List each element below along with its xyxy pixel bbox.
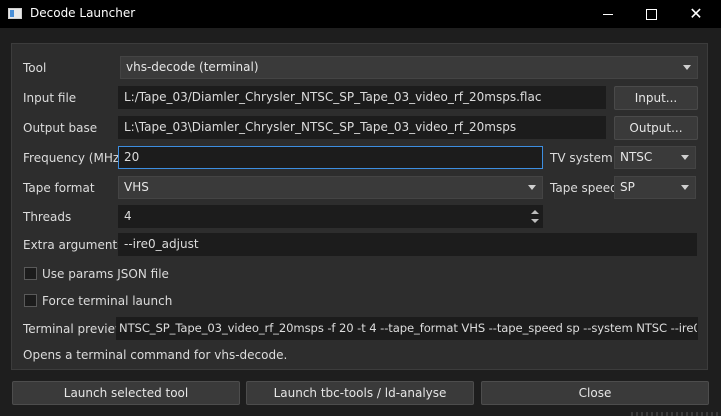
- tool-label: Tool: [23, 61, 47, 75]
- terminal-preview-label: Terminal preview: [23, 322, 125, 336]
- force-terminal-checkbox[interactable]: [24, 294, 37, 307]
- input-file-field[interactable]: L:/Tape_03/Diamler_Chrysler_NTSC_SP_Tape…: [118, 86, 606, 109]
- threads-value: 4: [124, 209, 132, 223]
- terminal-preview-field: NTSC_SP_Tape_03_video_rf_20msps -f 20 -t…: [116, 317, 698, 340]
- terminal-preview-text: NTSC_SP_Tape_03_video_rf_20msps -f 20 -t…: [119, 321, 698, 335]
- minimize-icon: [603, 13, 613, 15]
- close-window-button[interactable]: ✕: [673, 0, 719, 28]
- chevron-down-icon: [681, 185, 689, 190]
- tape-speed-value: SP: [620, 180, 635, 194]
- input-browse-button[interactable]: Input...: [614, 86, 698, 110]
- output-base-field[interactable]: L:\Tape_03\Diamler_Chrysler_NTSC_SP_Tape…: [118, 116, 606, 139]
- use-params-json-checkbox[interactable]: [24, 267, 37, 280]
- maximize-icon: [645, 8, 657, 20]
- output-base-label: Output base: [23, 121, 98, 135]
- chevron-down-icon: [528, 185, 536, 190]
- launch-selected-button[interactable]: Launch selected tool: [12, 381, 240, 405]
- close-button[interactable]: Close: [481, 381, 709, 405]
- tape-format-value: VHS: [124, 180, 149, 194]
- launch-tbc-tools-button[interactable]: Launch tbc-tools / ld-analyse: [246, 381, 474, 405]
- tape-format-select[interactable]: VHS: [118, 176, 543, 199]
- chevron-down-icon: [681, 155, 689, 160]
- close-icon: ✕: [689, 4, 703, 23]
- tool-select-value: vhs-decode (terminal): [126, 60, 259, 74]
- title-bar: Decode Launcher ✕: [0, 0, 721, 28]
- minimize-button[interactable]: [585, 0, 631, 28]
- output-browse-button[interactable]: Output...: [614, 116, 698, 140]
- tape-format-label: Tape format: [23, 181, 95, 195]
- tool-select[interactable]: vhs-decode (terminal): [120, 56, 698, 79]
- frequency-input[interactable]: 20: [118, 146, 543, 169]
- extra-arguments-field[interactable]: --ire0_adjust: [118, 233, 697, 256]
- tape-speed-select[interactable]: SP: [614, 176, 696, 199]
- extra-arguments-label: Extra arguments: [23, 238, 124, 252]
- use-params-json-label: Use params JSON file: [42, 267, 169, 281]
- frequency-label: Frequency (MHz): [23, 151, 124, 165]
- resize-grip[interactable]: [631, 412, 721, 416]
- threads-label: Threads: [23, 210, 72, 224]
- spin-up-icon[interactable]: [530, 208, 540, 217]
- maximize-button[interactable]: [628, 0, 674, 28]
- input-file-label: Input file: [23, 91, 77, 105]
- tv-system-value: NTSC: [620, 150, 653, 164]
- tape-speed-label: Tape speed: [550, 181, 618, 195]
- window-title: Decode Launcher: [30, 6, 136, 20]
- spin-down-icon[interactable]: [530, 217, 540, 226]
- app-icon: [8, 8, 22, 19]
- settings-panel: Tool vhs-decode (terminal) Input file L:…: [11, 43, 708, 370]
- tv-system-select[interactable]: NTSC: [614, 146, 696, 169]
- tv-system-label: TV system: [550, 151, 613, 165]
- chevron-down-icon: [683, 65, 691, 70]
- threads-spinbox[interactable]: 4: [118, 205, 543, 228]
- force-terminal-label: Force terminal launch: [42, 294, 173, 308]
- hint-text: Opens a terminal command for vhs-decode.: [23, 348, 288, 362]
